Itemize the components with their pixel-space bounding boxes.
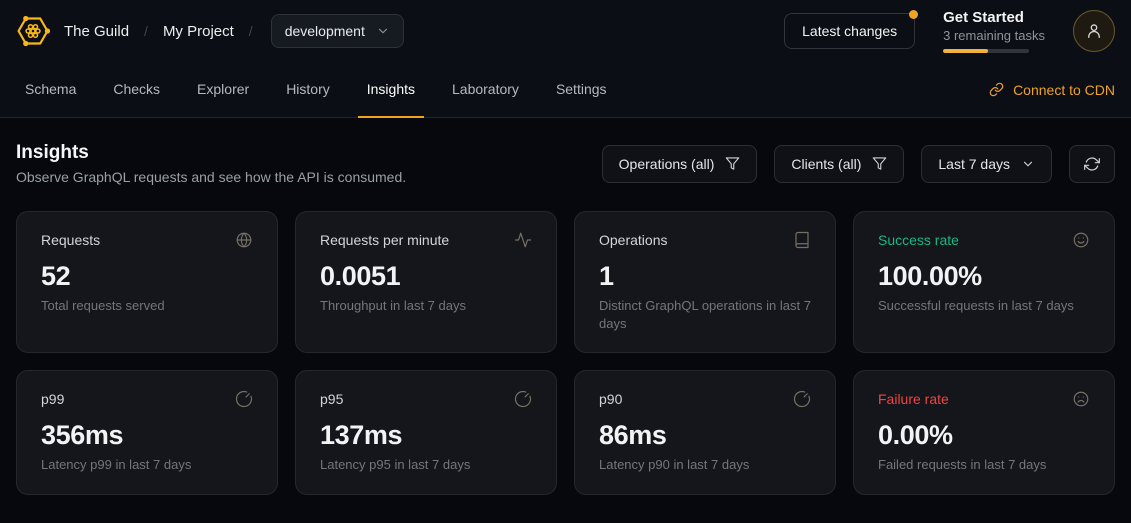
get-started-progress-bar bbox=[943, 49, 1029, 53]
nav-tabs-bar: Schema Checks Explorer History Insights Labor… bbox=[0, 62, 1131, 118]
tab-checks[interactable]: Checks bbox=[104, 62, 169, 118]
operations-filter-label: Operations (all) bbox=[619, 156, 715, 172]
tab-laboratory[interactable]: Laboratory bbox=[443, 62, 528, 118]
gauge-icon bbox=[235, 390, 253, 408]
frown-icon bbox=[1072, 390, 1090, 408]
latest-changes-button[interactable]: Latest changes bbox=[784, 13, 915, 49]
breadcrumb-org[interactable]: The Guild bbox=[64, 23, 129, 40]
card-subtitle: Total requests served bbox=[41, 297, 253, 315]
person-icon bbox=[1085, 22, 1103, 40]
connect-cdn-link[interactable]: Connect to CDN bbox=[989, 62, 1115, 117]
activity-icon bbox=[514, 231, 532, 249]
card-title: p90 bbox=[599, 391, 622, 407]
card-title: Success rate bbox=[878, 232, 959, 248]
stat-card: Operations 1 Distinct GraphQL operations… bbox=[574, 211, 836, 353]
card-subtitle: Distinct GraphQL operations in last 7 da… bbox=[599, 297, 811, 332]
hive-logo-icon[interactable] bbox=[16, 14, 50, 48]
card-value: 0.0051 bbox=[320, 261, 532, 292]
filters-toolbar: Operations (all) Clients (all) Last 7 da… bbox=[602, 145, 1115, 183]
progress-fill bbox=[943, 49, 988, 53]
notification-dot-icon bbox=[909, 10, 918, 19]
refresh-icon bbox=[1084, 156, 1100, 172]
card-title: Requests per minute bbox=[320, 232, 449, 248]
funnel-icon bbox=[872, 156, 887, 171]
tab-explorer[interactable]: Explorer bbox=[188, 62, 258, 118]
stat-card: Success rate 100.00% Successful requests… bbox=[853, 211, 1115, 353]
get-started-title: Get Started bbox=[943, 9, 1045, 26]
card-subtitle: Failed requests in last 7 days bbox=[878, 456, 1090, 474]
app-root: The Guild / My Project / development Lat… bbox=[0, 0, 1131, 523]
breadcrumb-separator: / bbox=[249, 23, 253, 39]
card-title: p95 bbox=[320, 391, 343, 407]
insights-page: Insights Observe GraphQL requests and se… bbox=[0, 118, 1131, 519]
stat-card: p99 356ms Latency p99 in last 7 days bbox=[16, 370, 278, 495]
operations-filter-button[interactable]: Operations (all) bbox=[602, 145, 758, 183]
gauge-icon bbox=[793, 390, 811, 408]
chevron-down-icon bbox=[1021, 157, 1035, 171]
card-value: 52 bbox=[41, 261, 253, 292]
page-title: Insights bbox=[16, 142, 406, 164]
page-subtitle: Observe GraphQL requests and see how the… bbox=[16, 169, 406, 185]
card-value: 0.00% bbox=[878, 420, 1090, 451]
stat-card: p95 137ms Latency p95 in last 7 days bbox=[295, 370, 557, 495]
breadcrumb-project[interactable]: My Project bbox=[163, 23, 234, 40]
stat-card: Requests 52 Total requests served bbox=[16, 211, 278, 353]
avatar[interactable] bbox=[1073, 10, 1115, 52]
clients-filter-button[interactable]: Clients (all) bbox=[774, 145, 904, 183]
card-subtitle: Throughput in last 7 days bbox=[320, 297, 532, 315]
period-select-value: Last 7 days bbox=[938, 156, 1010, 172]
card-subtitle: Successful requests in last 7 days bbox=[878, 297, 1090, 315]
link-icon bbox=[989, 82, 1004, 97]
target-selector[interactable]: development bbox=[271, 14, 404, 48]
card-title: p99 bbox=[41, 391, 64, 407]
card-subtitle: Latency p95 in last 7 days bbox=[320, 456, 532, 474]
period-select[interactable]: Last 7 days bbox=[921, 145, 1052, 183]
nav-tabs: Schema Checks Explorer History Insights Labor… bbox=[16, 62, 616, 117]
refresh-button[interactable] bbox=[1069, 145, 1115, 183]
clients-filter-label: Clients (all) bbox=[791, 156, 861, 172]
breadcrumb-separator: / bbox=[144, 23, 148, 39]
chevron-down-icon bbox=[376, 24, 390, 38]
tab-schema[interactable]: Schema bbox=[16, 62, 85, 118]
card-value: 137ms bbox=[320, 420, 532, 451]
card-title: Failure rate bbox=[878, 391, 949, 407]
gauge-icon bbox=[514, 390, 532, 408]
book-icon bbox=[793, 231, 811, 249]
tab-settings[interactable]: Settings bbox=[547, 62, 616, 118]
card-title: Operations bbox=[599, 232, 667, 248]
latest-changes-label: Latest changes bbox=[802, 23, 897, 39]
card-subtitle: Latency p90 in last 7 days bbox=[599, 456, 811, 474]
card-value: 86ms bbox=[599, 420, 811, 451]
breadcrumb: The Guild / My Project / development bbox=[64, 14, 404, 48]
tab-history[interactable]: History bbox=[277, 62, 339, 118]
top-bar: The Guild / My Project / development Lat… bbox=[0, 0, 1131, 62]
card-subtitle: Latency p99 in last 7 days bbox=[41, 456, 253, 474]
stat-card: p90 86ms Latency p90 in last 7 days bbox=[574, 370, 836, 495]
get-started-widget[interactable]: Get Started 3 remaining tasks bbox=[943, 9, 1045, 53]
globe-icon bbox=[235, 231, 253, 249]
card-value: 1 bbox=[599, 261, 811, 292]
card-title: Requests bbox=[41, 232, 100, 248]
target-selector-value: development bbox=[285, 23, 365, 39]
funnel-icon bbox=[725, 156, 740, 171]
card-value: 356ms bbox=[41, 420, 253, 451]
smile-icon bbox=[1072, 231, 1090, 249]
stat-card: Failure rate 0.00% Failed requests in la… bbox=[853, 370, 1115, 495]
card-value: 100.00% bbox=[878, 261, 1090, 292]
stat-cards-grid: Requests 52 Total requests served Reques… bbox=[16, 211, 1115, 495]
connect-cdn-label: Connect to CDN bbox=[1013, 82, 1115, 98]
tab-insights[interactable]: Insights bbox=[358, 62, 424, 118]
stat-card: Requests per minute 0.0051 Throughput in… bbox=[295, 211, 557, 353]
get-started-remaining-tasks: 3 remaining tasks bbox=[943, 28, 1045, 43]
